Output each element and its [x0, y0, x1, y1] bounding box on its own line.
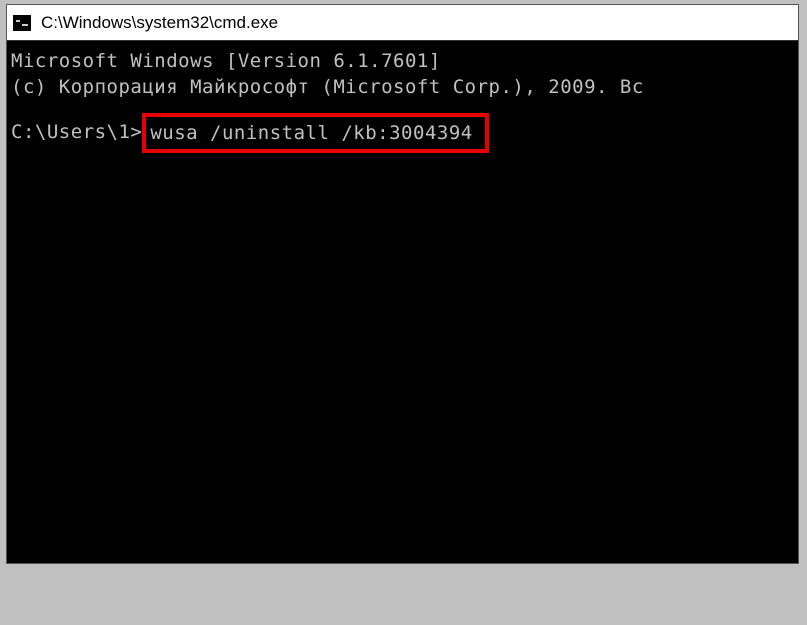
- console-output-line: (c) Корпорация Майкрософт (Microsoft Cor…: [11, 77, 792, 99]
- console-area[interactable]: Microsoft Windows [Version 6.1.7601] (c)…: [7, 41, 798, 159]
- command-highlight: wusa /uninstall /kb:3004394: [142, 113, 488, 153]
- console-output-line: Microsoft Windows [Version 6.1.7601]: [11, 51, 792, 73]
- prompt-path: C:\Users\1>: [11, 122, 142, 144]
- cmd-icon: [13, 15, 31, 31]
- prompt-line: C:\Users\1> wusa /uninstall /kb:3004394: [11, 113, 792, 153]
- titlebar[interactable]: C:\Windows\system32\cmd.exe: [7, 5, 798, 41]
- cmd-window: C:\Windows\system32\cmd.exe Microsoft Wi…: [6, 4, 799, 564]
- window-title: C:\Windows\system32\cmd.exe: [41, 13, 278, 33]
- command-text: wusa /uninstall /kb:3004394: [150, 122, 472, 144]
